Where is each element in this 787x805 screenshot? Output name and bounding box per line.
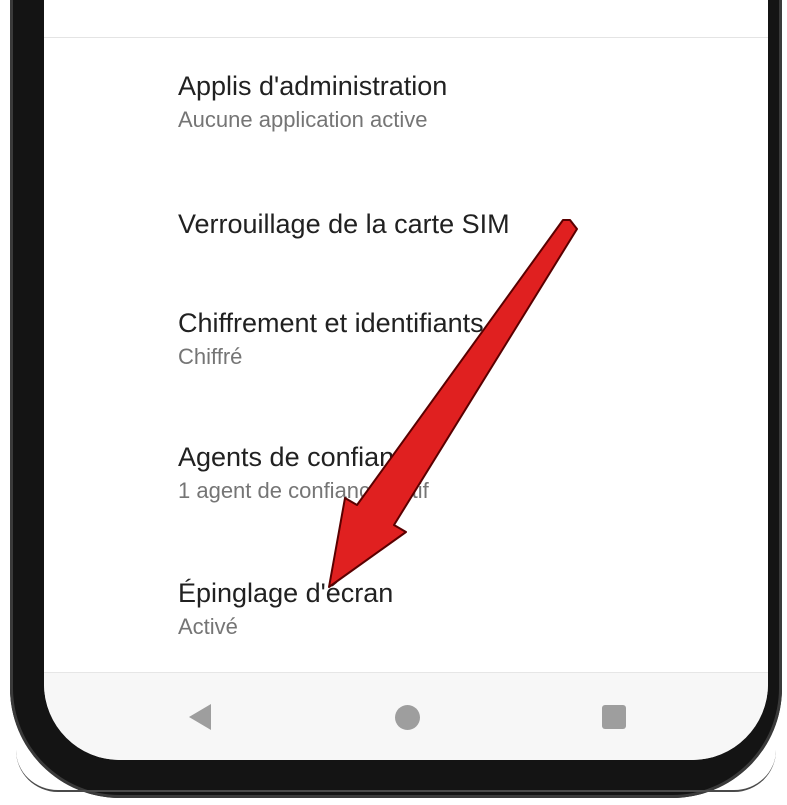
- setting-sim-lock[interactable]: Verrouillage de la carte SIM: [178, 208, 748, 240]
- recents-button[interactable]: [584, 691, 644, 743]
- setting-title: Verrouillage de la carte SIM: [178, 209, 510, 239]
- home-circle-icon: [394, 704, 420, 730]
- setting-title: Applis d'administration: [178, 71, 448, 101]
- home-button[interactable]: [377, 691, 437, 743]
- navigation-bar: [44, 672, 768, 760]
- setting-encryption-credentials[interactable]: Chiffrement et identifiants Chiffré: [178, 307, 748, 371]
- top-divider: [44, 37, 768, 38]
- back-triangle-icon: [189, 704, 211, 730]
- setting-device-admin-apps[interactable]: Applis d'administration Aucune applicati…: [178, 70, 748, 134]
- setting-subtitle: 1 agent de confiance actif: [178, 478, 429, 503]
- setting-title: Agents de confiance: [178, 442, 423, 472]
- settings-screen: Applis d'administration Aucune applicati…: [44, 0, 768, 760]
- setting-subtitle: Chiffré: [178, 344, 243, 369]
- recents-square-icon: [602, 705, 626, 729]
- setting-trust-agents[interactable]: Agents de confiance 1 agent de confiance…: [178, 441, 748, 505]
- setting-screen-pinning[interactable]: Épinglage d'écran Activé: [178, 577, 748, 641]
- back-button[interactable]: [170, 691, 230, 743]
- setting-title: Chiffrement et identifiants: [178, 308, 484, 338]
- setting-subtitle: Activé: [178, 614, 238, 639]
- setting-title: Épinglage d'écran: [178, 578, 394, 608]
- setting-subtitle: Aucune application active: [178, 107, 428, 132]
